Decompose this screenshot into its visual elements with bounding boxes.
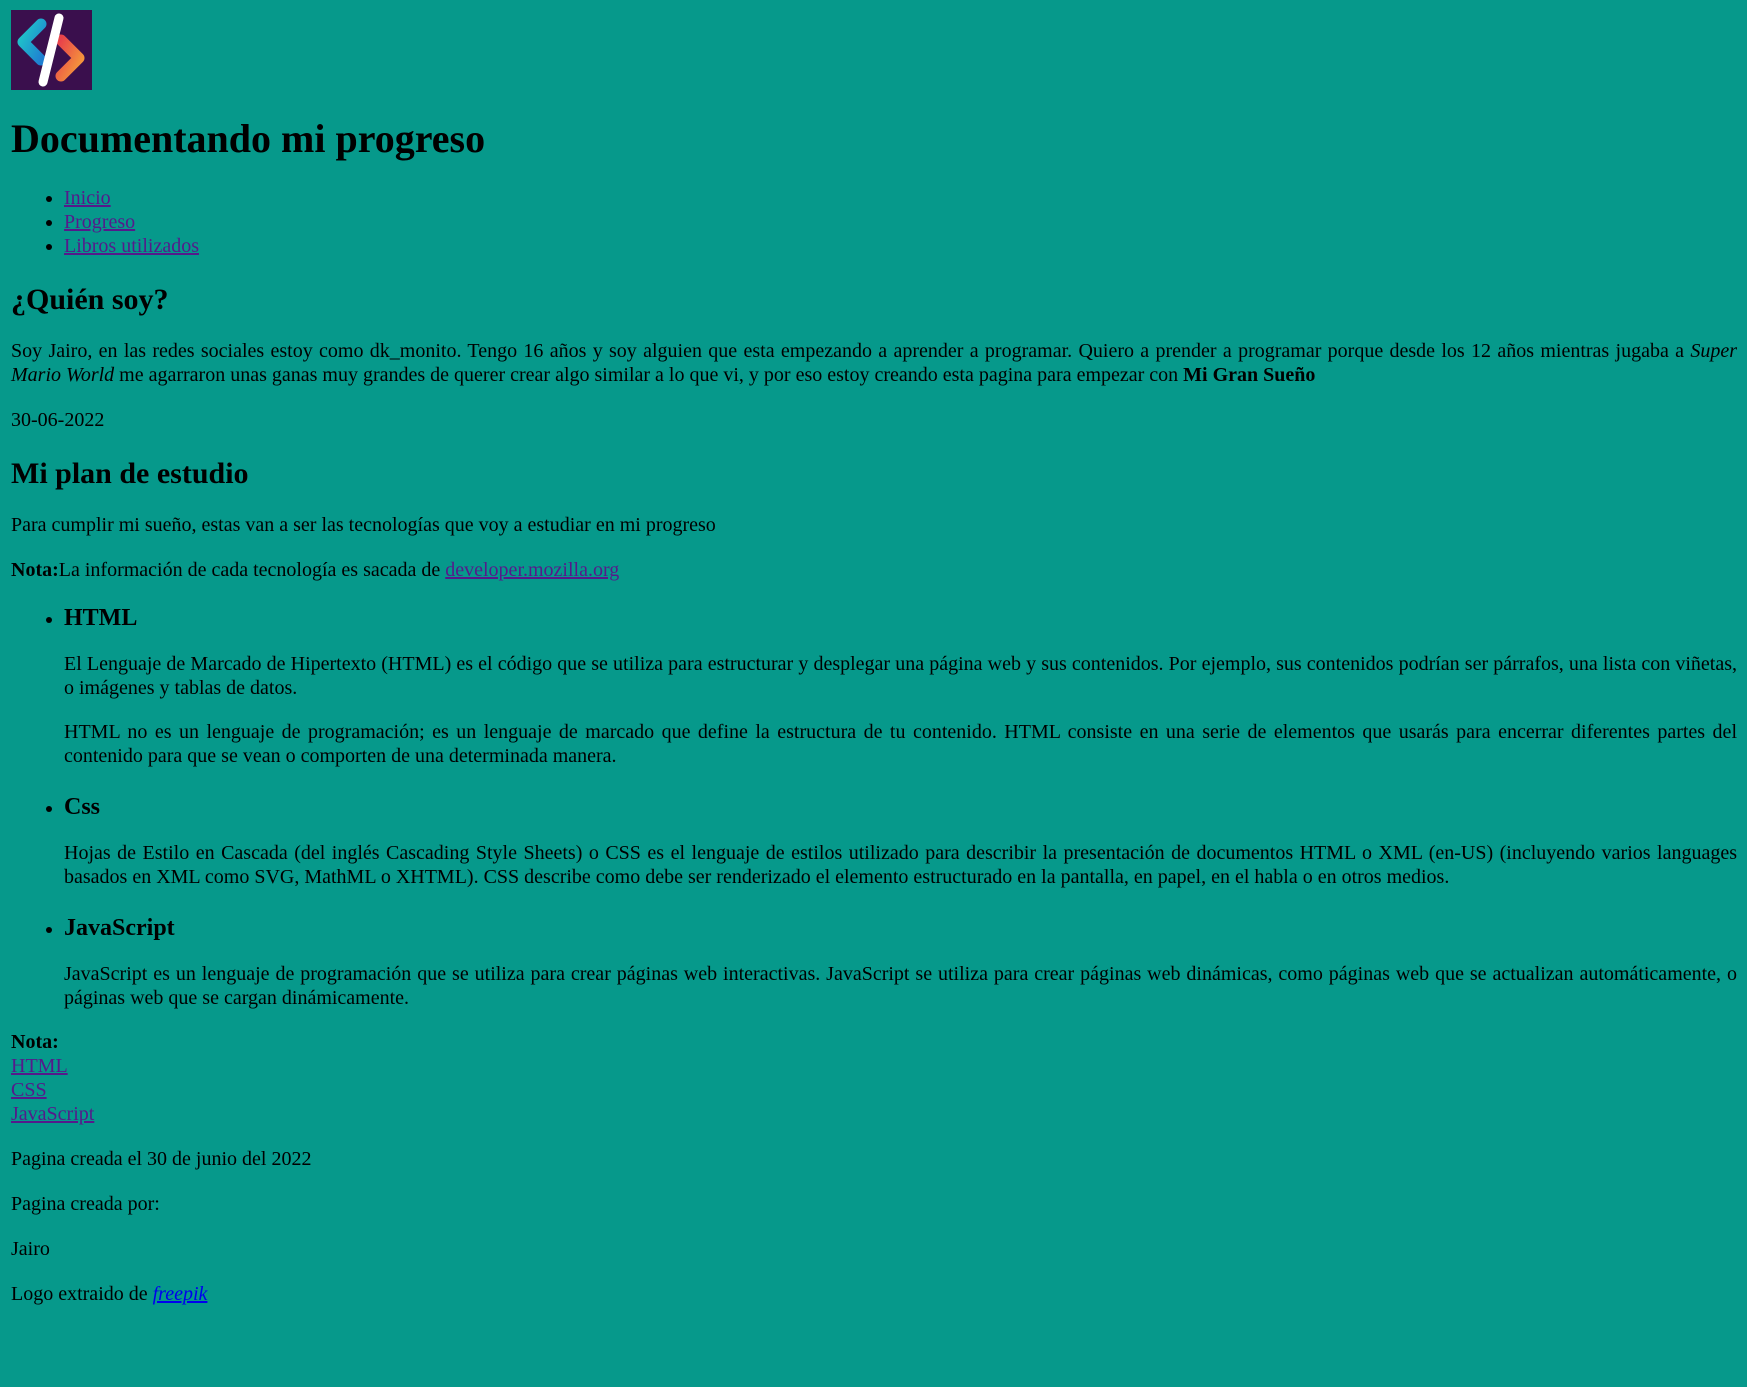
author-name: Jairo — [11, 1238, 50, 1260]
technology-paragraph: JavaScript es un lenguaje de programació… — [64, 963, 1737, 1009]
technology-paragraph: HTML no es un lenguaje de programación; … — [64, 721, 1737, 767]
code-slash-logo — [11, 10, 92, 90]
nav-link-libros[interactable]: Libros utilizados — [64, 235, 199, 257]
technology-paragraph: El Lenguaje de Marcado de Hipertexto (HT… — [64, 653, 1737, 699]
freepik-link-text: freepik — [152, 1283, 208, 1305]
page-footer: Nota: HTML CSS JavaScript Pagina creada … — [11, 1030, 1737, 1306]
about-heading: ¿Quién soy? — [11, 283, 169, 316]
technology-title: Css — [64, 794, 101, 820]
logo-credit: Logo extraido de freepik — [11, 1282, 1737, 1306]
nav-item-libros: Libros utilizados — [64, 234, 1737, 258]
technology-item-css: Css Hojas de Estilo en Cascada (del ingl… — [64, 792, 1737, 889]
about-text-middle: me agarraron unas ganas muy grandes de q… — [114, 364, 1184, 386]
notes-link-html[interactable]: HTML — [11, 1054, 1737, 1078]
page-title: Documentando mi progreso — [11, 116, 486, 161]
main-nav: Inicio Progreso Libros utilizados — [11, 186, 1737, 258]
notes-link-javascript[interactable]: JavaScript — [11, 1102, 1737, 1126]
nav-link-progreso[interactable]: Progreso — [64, 211, 135, 233]
plan-section: Mi plan de estudio Para cumplir mi sueño… — [11, 456, 1737, 1010]
plan-note-label: Nota: — [11, 559, 59, 581]
nav-item-progreso: Progreso — [64, 210, 1737, 234]
created-by-label: Pagina creada por: — [11, 1193, 160, 1215]
nav-list: Inicio Progreso Libros utilizados — [11, 186, 1737, 258]
logo-credit-text: Logo extraido de — [11, 1283, 153, 1305]
plan-heading: Mi plan de estudio — [11, 457, 249, 490]
technology-title: HTML — [64, 605, 138, 631]
about-date: 30-06-2022 — [11, 409, 105, 431]
about-section: ¿Quién soy? Soy Jairo, en las redes soci… — [11, 282, 1737, 432]
notes-link-css[interactable]: CSS — [11, 1078, 1737, 1102]
mdn-link[interactable]: developer.mozilla.org — [445, 559, 619, 581]
notes-label: Nota: — [11, 1031, 59, 1053]
created-date: Pagina creada el 30 de junio del 2022 — [11, 1148, 312, 1170]
plan-note: Nota:La información de cada tecnología e… — [11, 558, 1737, 582]
technology-list: HTML El Lenguaje de Marcado de Hipertext… — [11, 603, 1737, 1010]
nav-link-inicio[interactable]: Inicio — [64, 187, 111, 209]
page-header: Documentando mi progreso — [11, 10, 1737, 162]
technology-item-javascript: JavaScript JavaScript es un lenguaje de … — [64, 913, 1737, 1010]
plan-intro: Para cumplir mi sueño, estas van a ser l… — [11, 514, 716, 536]
freepik-link[interactable]: freepik — [153, 1283, 208, 1305]
about-text-before: Soy Jairo, en las redes sociales estoy c… — [11, 340, 1691, 362]
plan-note-text: La información de cada tecnología es sac… — [58, 559, 446, 581]
about-paragraph: Soy Jairo, en las redes sociales estoy c… — [11, 339, 1737, 387]
page: Documentando mi progreso Inicio Progreso… — [0, 0, 1747, 1306]
technology-paragraph: Hojas de Estilo en Cascada (del inglés C… — [64, 842, 1737, 888]
about-dream: Mi Gran Sueño — [1183, 364, 1316, 386]
technology-item-html: HTML El Lenguaje de Marcado de Hipertext… — [64, 603, 1737, 768]
technology-title: JavaScript — [64, 915, 175, 941]
notes-links: Nota: HTML CSS JavaScript — [11, 1030, 1737, 1126]
nav-item-inicio: Inicio — [64, 186, 1737, 210]
